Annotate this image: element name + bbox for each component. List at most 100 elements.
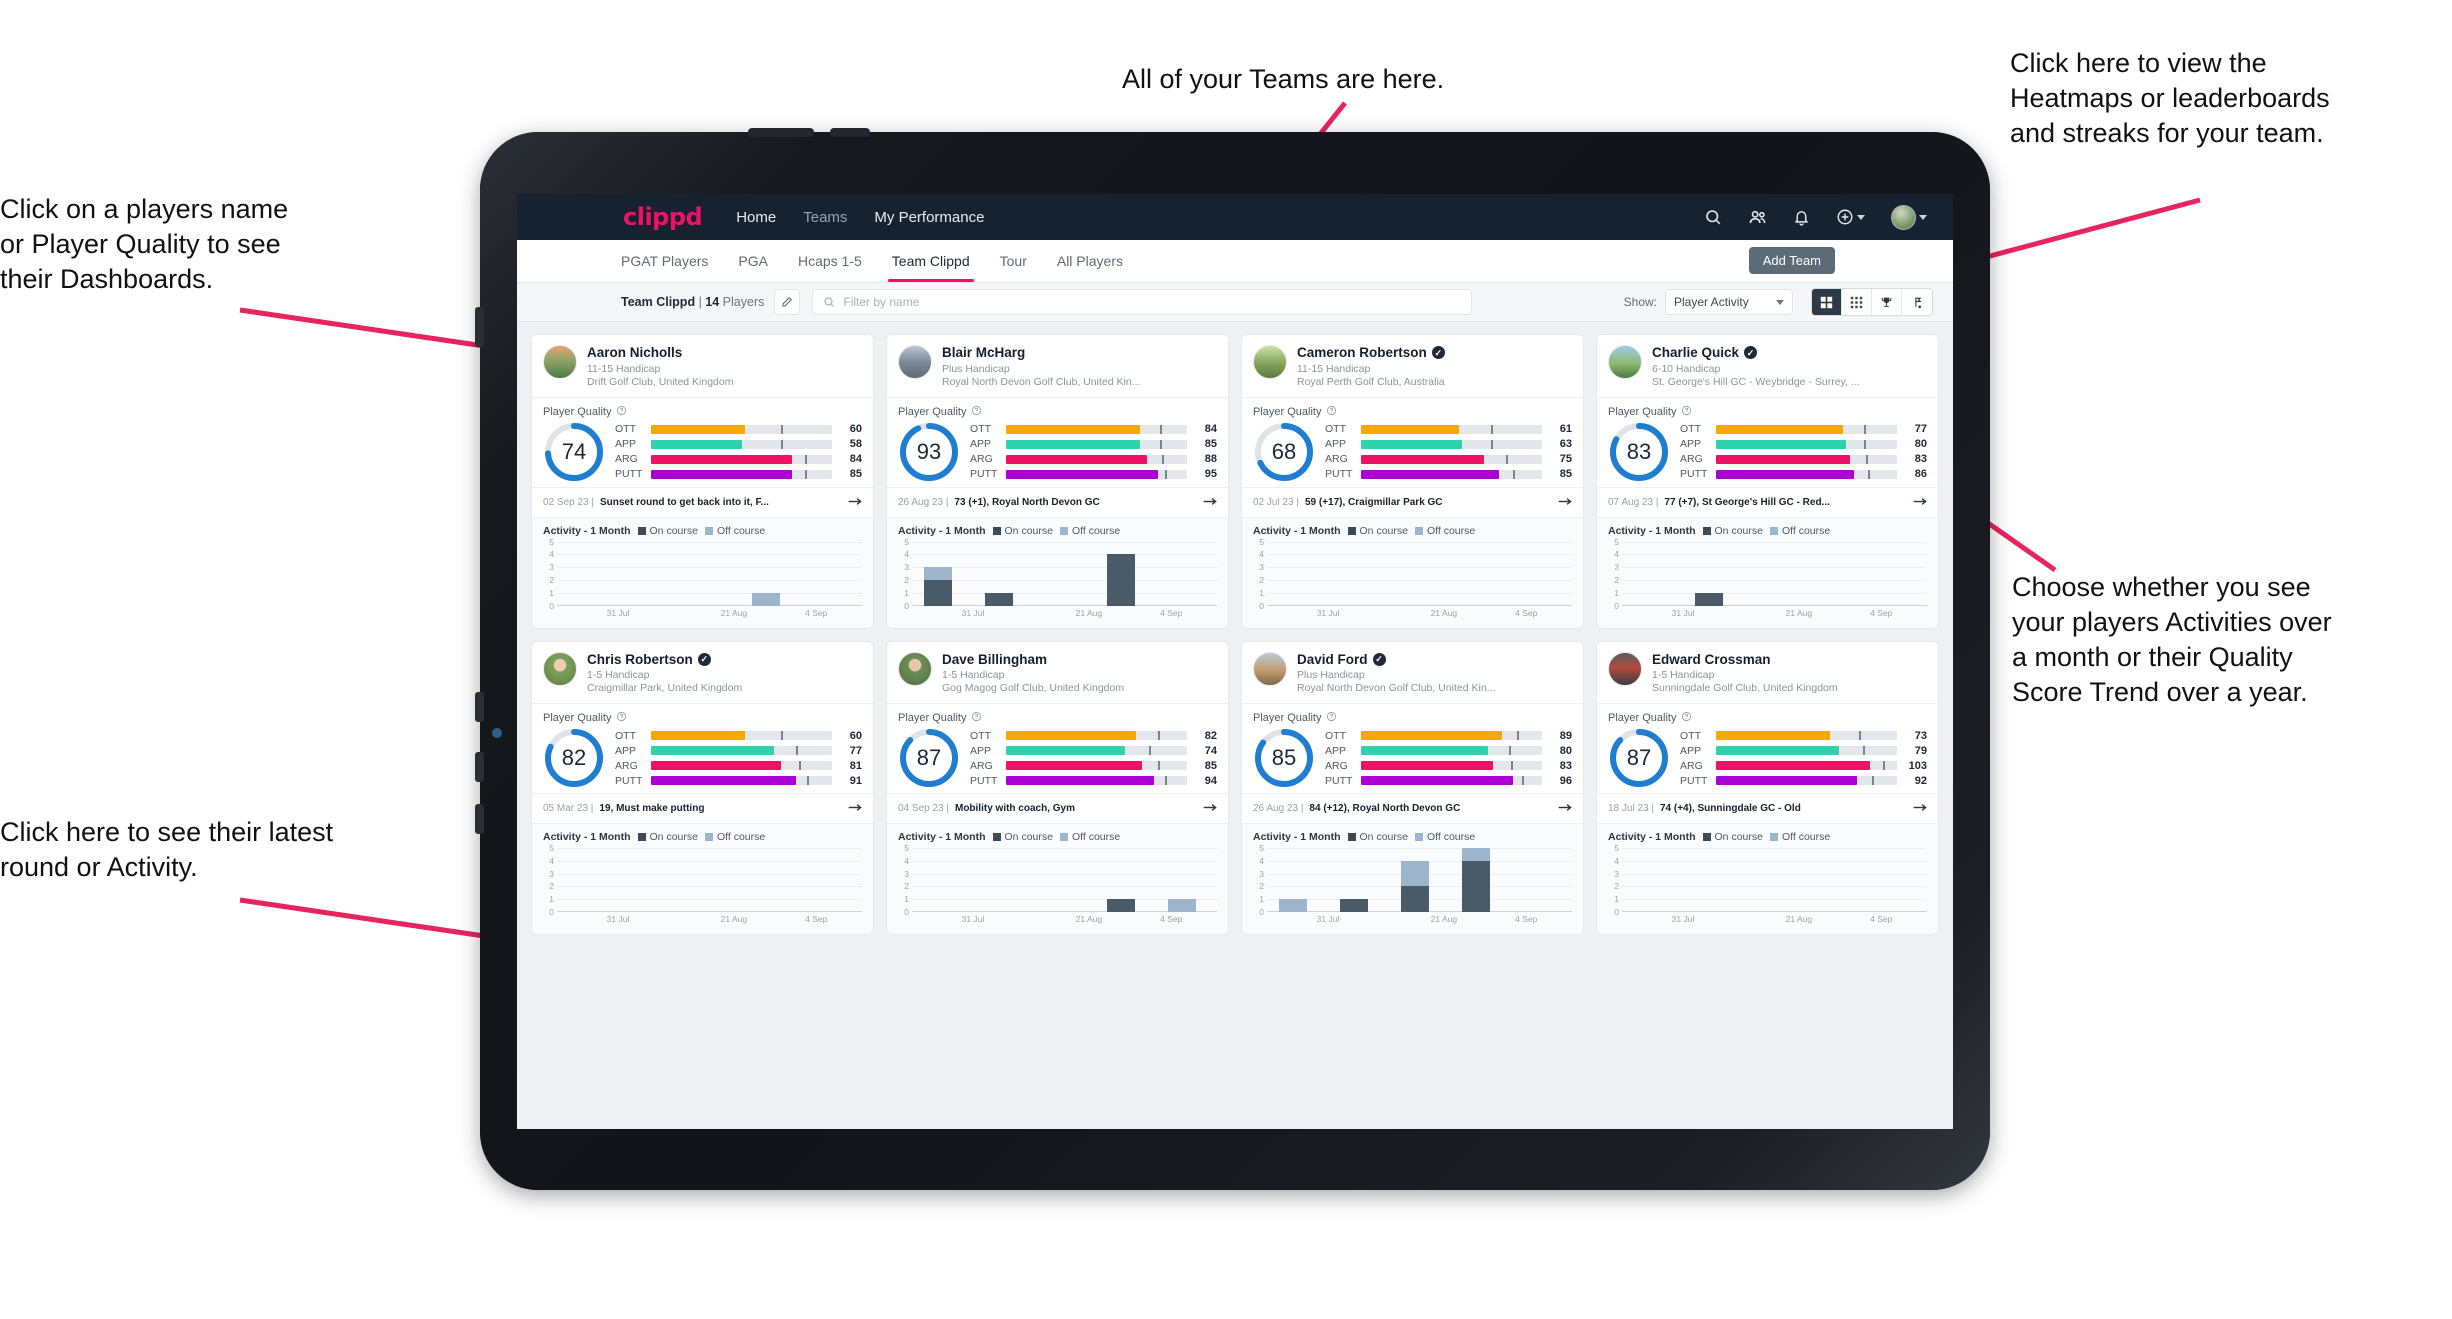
player-card[interactable]: Aaron Nicholls 11-15 Handicap Drift Golf C… [531,334,874,629]
metric-label: ARG [615,759,638,772]
player-card-header: Charlie Quick ✓ 6-10 Handicap St. George's … [1597,335,1938,397]
player-name[interactable]: Dave Billingham [942,652,1124,668]
latest-round-row[interactable]: 26 Aug 23 | 84 (+12), Royal North Devon G… [1242,793,1583,823]
flagstick-icon[interactable] [1902,289,1932,315]
help-icon[interactable] [1681,711,1692,725]
tab-team-clippd[interactable]: Team Clippd [887,240,974,282]
quality-metric-row: ARG 75 [1325,453,1572,465]
chart-y-axis: 0 1 2 3 45 [1608,843,1622,917]
clippd-logo[interactable]: clippd [623,203,703,231]
player-quality-section[interactable]: Player Quality 87 OTT 82 APP 74 ARG 85 PUTT 94 [887,703,1228,793]
latest-round-row[interactable]: 18 Jul 23 | 74 (+4), Sunningdale GC - Old [1597,793,1938,823]
grid-view-icon[interactable] [1812,289,1842,315]
search-input[interactable]: Filter by name [812,289,1473,315]
player-card[interactable]: Edward Crossman 1-5 Handicap Sunningdale G… [1596,640,1939,936]
latest-round-row[interactable]: 05 Mar 23 | 19, Must make putting [532,793,873,823]
search-icon[interactable] [1704,208,1722,226]
player-quality-body: 85 OTT 89 APP 80 ARG 83 PUTT 96 [1253,727,1572,789]
tab-all-players[interactable]: All Players [1057,240,1123,282]
player-name[interactable]: Chris Robertson ✓ [587,652,742,668]
metric-bar-tick [1862,746,1865,756]
metric-bar-track [651,454,832,464]
chart-y-tick: 1 [1614,894,1619,905]
people-icon[interactable] [1748,208,1767,227]
help-icon[interactable] [971,711,982,725]
arrow-right-icon[interactable] [1203,495,1217,510]
latest-round-row[interactable]: 26 Aug 23 | 73 (+1), Royal North Devon GC [887,486,1228,517]
activity-chart: 0 1 2 3 4 5 31 Jul 21 Aug 4 Sep [543,843,862,926]
plus-circle-icon[interactable] [1836,208,1865,226]
nav-link-home[interactable]: Home [736,209,776,226]
chart-x-tick: 31 Jul [1316,914,1340,925]
player-quality-section[interactable]: Player Quality 74 OTT 60 APP 58 ARG 84 PUTT 85 [532,396,873,487]
activity-label: Activity - 1 Month [1253,831,1341,844]
player-quality-section[interactable]: Player Quality 87 OTT 73 APP 79 ARG 103 PUTT 92 [1597,703,1938,793]
player-quality-section[interactable]: Player Quality 82 OTT 60 APP 77 ARG 81 PUTT 91 [532,703,873,793]
arrow-right-icon[interactable] [1203,801,1217,816]
pencil-icon[interactable] [774,289,801,315]
player-card[interactable]: Charlie Quick ✓ 6-10 Handicap St. George's … [1596,334,1939,629]
legend-swatch-off [1414,526,1423,535]
tab-pgat-players[interactable]: PGAT Players [621,240,708,282]
player-name[interactable]: Blair McHarg [942,345,1140,361]
player-quality-section[interactable]: Player Quality 85 OTT 89 APP 80 ARG 83 PUTT 96 [1242,703,1583,793]
add-team-button[interactable]: Add Team [1748,247,1835,274]
player-name[interactable]: Aaron Nicholls [587,345,733,361]
player-card[interactable]: David Ford ✓ Plus Handicap Royal North Devo… [1241,640,1584,936]
player-name-text: Dave Billingham [942,651,1048,667]
activity-header: Activity - 1 Month On course Off course [543,831,862,843]
tab-tour[interactable]: Tour [1000,240,1027,282]
player-card[interactable]: Chris Robertson ✓ 1-5 Handicap Craigmillar … [531,640,874,936]
legend-off-label: Off course [1781,524,1831,537]
dots-grid-icon[interactable] [1842,289,1872,315]
help-icon[interactable] [616,405,627,419]
arrow-right-icon[interactable] [1913,495,1927,510]
player-name[interactable]: Edward Crossman [1652,652,1838,668]
help-icon[interactable] [971,405,982,419]
help-icon[interactable] [1326,711,1337,725]
activity-header: Activity - 1 Month On course Off course [898,525,1217,537]
player-name[interactable]: Charlie Quick ✓ [1652,345,1860,361]
latest-round-row[interactable]: 02 Sep 23 | Sunset round to get back into… [532,486,873,517]
chart-x-tick: 4 Sep [805,607,828,618]
latest-round-row[interactable]: 02 Jul 23 | 59 (+17), Craigmillar Park GC [1242,486,1583,517]
bell-icon[interactable] [1793,209,1810,226]
arrow-right-icon[interactable] [1558,495,1572,510]
nav-link-my-performance[interactable]: My Performance [874,209,984,226]
tab-pga[interactable]: PGA [738,240,768,282]
activity-bar [1340,899,1369,913]
activity-bar-on-course [1107,554,1136,606]
metric-bar-fill [1006,731,1137,741]
arrow-right-icon[interactable] [1558,801,1572,816]
player-name[interactable]: Cameron Robertson ✓ [1297,345,1445,361]
arrow-right-icon[interactable] [848,495,862,510]
arrow-right-icon[interactable] [848,801,862,816]
chart-gridline [912,541,1217,543]
avatar[interactable] [1891,204,1927,230]
player-quality-section[interactable]: Player Quality 93 OTT 84 APP 85 ARG 88 PUTT 95 [887,396,1228,487]
help-icon[interactable] [1681,405,1692,419]
activity-bar-off-course [1279,899,1308,913]
latest-round-row[interactable]: 07 Aug 23 | 77 (+7), St George's Hill GC … [1597,486,1938,517]
player-card[interactable]: Cameron Robertson ✓ 11-15 Handicap Royal Pe… [1241,334,1584,629]
tab-hcaps-1-5[interactable]: Hcaps 1-5 [798,240,862,282]
quality-metric-row: APP 80 [1325,745,1572,757]
show-select[interactable]: Player Activity [1665,289,1793,315]
arrow-right-icon[interactable] [1913,801,1927,816]
player-quality-section[interactable]: Player Quality 68 OTT 61 APP 63 ARG 75 PUTT 85 [1242,396,1583,487]
quality-metric-row: OTT 77 [1680,423,1927,435]
chart-gridline [912,848,1217,850]
player-quality-section[interactable]: Player Quality 83 OTT 77 APP 80 ARG 83 PUTT 86 [1597,396,1938,487]
help-icon[interactable] [1326,405,1337,419]
player-avatar [898,651,932,686]
legend-off-label: Off course [1426,524,1476,537]
player-card[interactable]: Blair McHarg Plus Handicap Royal North Dev… [886,334,1229,629]
player-card[interactable]: Dave Billingham 1-5 Handicap Gog Magog Gol… [886,640,1229,936]
nav-link-teams[interactable]: Teams [803,209,847,226]
metric-value: 95 [1204,468,1217,481]
trophy-icon[interactable] [1872,289,1902,315]
metric-label: PUTT [1325,468,1353,481]
latest-round-row[interactable]: 04 Sep 23 | Mobility with coach, Gym [887,793,1228,823]
help-icon[interactable] [616,711,627,725]
player-name[interactable]: David Ford ✓ [1297,652,1495,668]
